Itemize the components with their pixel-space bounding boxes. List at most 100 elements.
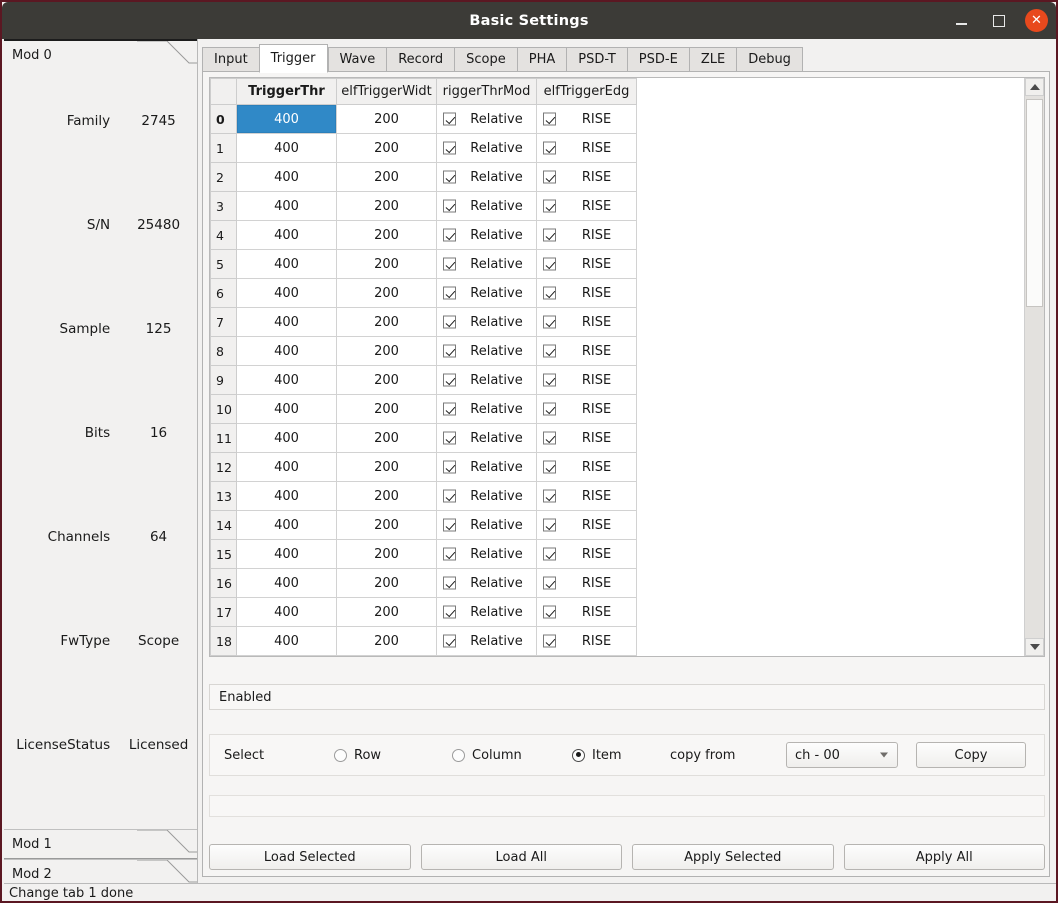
row-header[interactable]: 12 [210, 452, 237, 482]
cell-checkbox-3[interactable]: RISE [536, 394, 637, 424]
tab-input[interactable]: Input [202, 47, 259, 72]
table-row[interactable]: 13 400 200 Relative RISE [210, 481, 637, 511]
button-apply-all[interactable]: Apply All [843, 844, 1045, 870]
cell-checkbox-2[interactable]: Relative [436, 394, 537, 424]
checkbox-icon[interactable] [443, 518, 456, 532]
table-row[interactable]: 11 400 200 Relative RISE [210, 423, 637, 453]
table-row[interactable]: 16 400 200 Relative RISE [210, 568, 637, 598]
checkbox-icon[interactable] [443, 315, 456, 329]
table-row[interactable]: 7 400 200 Relative RISE [210, 307, 637, 337]
checkbox-icon[interactable] [443, 489, 456, 503]
cell-checkbox-2[interactable]: Relative [436, 249, 537, 279]
checkbox-icon[interactable] [543, 141, 556, 155]
cell-checkbox-3[interactable]: RISE [536, 452, 637, 482]
checkbox-icon[interactable] [443, 141, 456, 155]
table-row[interactable]: 6 400 200 Relative RISE [210, 278, 637, 308]
cell-value-0[interactable]: 400 [236, 510, 337, 540]
cell-checkbox-3[interactable]: RISE [536, 510, 637, 540]
row-header[interactable]: 14 [210, 510, 237, 540]
checkbox-icon[interactable] [443, 170, 456, 184]
table-row[interactable]: 8 400 200 Relative RISE [210, 336, 637, 366]
cell-checkbox-2[interactable]: Relative [436, 220, 537, 250]
cell-value-0[interactable]: 400 [236, 249, 337, 279]
row-header[interactable]: 3 [210, 191, 237, 221]
table-row[interactable]: 5 400 200 Relative RISE [210, 249, 637, 279]
row-header[interactable]: 9 [210, 365, 237, 395]
checkbox-icon[interactable] [543, 344, 556, 358]
cell-checkbox-3[interactable]: RISE [536, 220, 637, 250]
cell-checkbox-3[interactable]: RISE [536, 568, 637, 598]
cell-checkbox-2[interactable]: Relative [436, 133, 537, 163]
cell-checkbox-3[interactable]: RISE [536, 162, 637, 192]
minimize-button[interactable] [949, 9, 973, 33]
cell-checkbox-3[interactable]: RISE [536, 104, 637, 134]
scroll-down-button[interactable] [1025, 638, 1044, 656]
row-header[interactable]: 4 [210, 220, 237, 250]
checkbox-icon[interactable] [443, 344, 456, 358]
cell-checkbox-2[interactable]: Relative [436, 452, 537, 482]
checkbox-icon[interactable] [543, 518, 556, 532]
cell-checkbox-3[interactable]: RISE [536, 626, 637, 656]
checkbox-icon[interactable] [443, 576, 456, 590]
cell-value-1[interactable]: 200 [336, 626, 437, 656]
radio-select-column[interactable]: Column [452, 748, 572, 763]
row-header[interactable]: 2 [210, 162, 237, 192]
tab-zle[interactable]: ZLE [688, 47, 737, 72]
checkbox-icon[interactable] [543, 489, 556, 503]
table-row[interactable]: 0 400 200 Relative RISE [210, 104, 637, 134]
cell-value-1[interactable]: 200 [336, 597, 437, 627]
cell-value-0[interactable]: 400 [236, 452, 337, 482]
column-header-1[interactable]: elfTriggerWidt [336, 78, 437, 105]
cell-value-1[interactable]: 200 [336, 249, 437, 279]
checkbox-icon[interactable] [543, 402, 556, 416]
checkbox-icon[interactable] [543, 634, 556, 648]
button-load-all[interactable]: Load All [420, 844, 622, 870]
checkbox-icon[interactable] [443, 228, 456, 242]
cell-checkbox-2[interactable]: Relative [436, 307, 537, 337]
scrollbar-track[interactable] [1025, 96, 1044, 638]
row-header[interactable]: 8 [210, 336, 237, 366]
scroll-up-button[interactable] [1025, 78, 1044, 96]
cell-value-1[interactable]: 200 [336, 162, 437, 192]
cell-checkbox-2[interactable]: Relative [436, 162, 537, 192]
checkbox-icon[interactable] [443, 373, 456, 387]
cell-value-1[interactable]: 200 [336, 394, 437, 424]
cell-value-0[interactable]: 400 [236, 481, 337, 511]
cell-value-0[interactable]: 400 [236, 133, 337, 163]
checkbox-icon[interactable] [543, 373, 556, 387]
tab-record[interactable]: Record [386, 47, 455, 72]
checkbox-icon[interactable] [543, 431, 556, 445]
checkbox-icon[interactable] [443, 460, 456, 474]
cell-value-0[interactable]: 400 [236, 307, 337, 337]
cell-checkbox-3[interactable]: RISE [536, 423, 637, 453]
cell-checkbox-2[interactable]: Relative [436, 365, 537, 395]
cell-value-0[interactable]: 400 [236, 626, 337, 656]
checkbox-icon[interactable] [543, 286, 556, 300]
cell-value-1[interactable]: 200 [336, 220, 437, 250]
checkbox-icon[interactable] [443, 634, 456, 648]
channel-select[interactable]: ch - 00 [786, 742, 898, 768]
cell-value-0[interactable]: 400 [236, 104, 337, 134]
row-header[interactable]: 7 [210, 307, 237, 337]
cell-checkbox-2[interactable]: Relative [436, 510, 537, 540]
cell-value-0[interactable]: 400 [236, 365, 337, 395]
close-button[interactable]: ✕ [1025, 9, 1048, 32]
maximize-button[interactable] [987, 9, 1011, 33]
cell-checkbox-2[interactable]: Relative [436, 278, 537, 308]
table-row[interactable]: 18 400 200 Relative RISE [210, 626, 637, 656]
tab-debug[interactable]: Debug [736, 47, 803, 72]
cell-checkbox-3[interactable]: RISE [536, 278, 637, 308]
row-header[interactable]: 17 [210, 597, 237, 627]
checkbox-icon[interactable] [443, 112, 456, 126]
cell-checkbox-3[interactable]: RISE [536, 539, 637, 569]
cell-value-0[interactable]: 400 [236, 278, 337, 308]
row-header[interactable]: 18 [210, 626, 237, 656]
cell-checkbox-3[interactable]: RISE [536, 481, 637, 511]
row-header[interactable]: 16 [210, 568, 237, 598]
table-row[interactable]: 17 400 200 Relative RISE [210, 597, 637, 627]
button-apply-selected[interactable]: Apply Selected [632, 844, 834, 870]
cell-checkbox-3[interactable]: RISE [536, 597, 637, 627]
button-load-selected[interactable]: Load Selected [209, 844, 411, 870]
tab-scope[interactable]: Scope [454, 47, 517, 72]
table-row[interactable]: 14 400 200 Relative RISE [210, 510, 637, 540]
